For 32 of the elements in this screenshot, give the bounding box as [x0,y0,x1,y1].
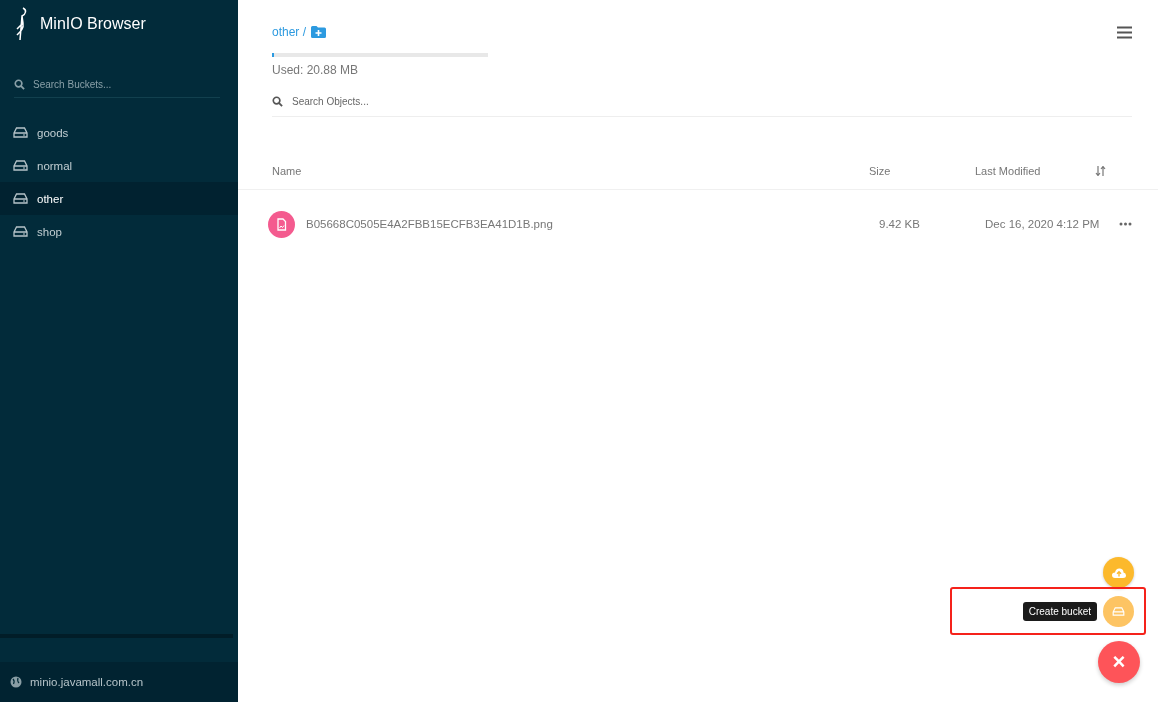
host-name: minio.javamall.com.cn [30,676,144,688]
drive-icon [13,226,28,237]
sort-icon[interactable] [1095,166,1106,176]
drive-icon [1112,606,1125,616]
more-options-icon[interactable] [1119,222,1132,226]
bucket-search-field[interactable]: Search Buckets... [31,78,205,91]
bucket-item[interactable]: other [0,182,238,215]
file-date: Dec 16, 2020 4:12 PM [985,218,1101,230]
column-header[interactable]: Last Modified [975,165,1093,177]
breadcrumb-link[interactable]: other / [272,25,307,39]
column-header[interactable]: Size [869,165,975,177]
search-icon [272,96,283,107]
globe-icon [10,676,22,688]
drive-icon [13,160,28,171]
column-header[interactable]: Name [272,165,869,177]
app-title: MinIO Browser [40,15,146,33]
usage-label: Used: 20.88 MB [272,63,360,77]
search-icon [14,79,25,90]
tooltip: Create bucket [1022,601,1097,621]
drive-icon [13,127,28,138]
upload-button[interactable] [1103,557,1134,588]
drive-icon [13,193,28,204]
bucket-item[interactable]: normal [0,149,238,182]
file-size: 9.42 KB [879,218,921,230]
new-folder-icon[interactable] [311,26,327,38]
cloud-upload-icon [1111,567,1126,578]
close-button[interactable]: × [1098,641,1140,683]
menu-icon[interactable] [1117,25,1132,39]
file-name[interactable]: B05668C0505E4A2FBB15ECFB3EA41D1B.png [306,218,553,230]
bucket-item[interactable]: shop [0,215,238,248]
image-file-icon [268,210,295,238]
bucket-item[interactable]: goods [0,116,238,149]
